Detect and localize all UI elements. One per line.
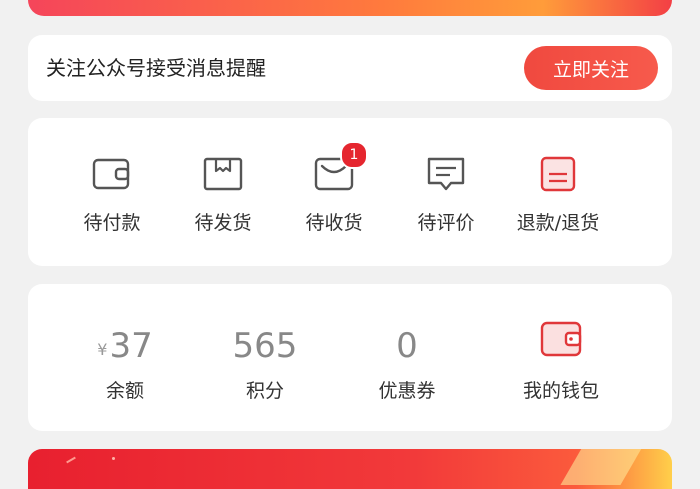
order-pending-receipt[interactable]: 1 待收货 — [278, 118, 390, 266]
asset-balance-value: ¥37 — [60, 326, 190, 370]
asset-points[interactable]: 565 积分 — [200, 284, 330, 431]
order-pending-shipment-label: 待发货 — [194, 212, 252, 234]
asset-wallet[interactable]: 我的钱包 — [496, 284, 626, 431]
follow-now-button[interactable]: 立即关注 — [524, 46, 658, 90]
assets-card: ¥37 余额 565 积分 0 优惠券 我的钱包 — [28, 284, 672, 431]
order-refund-return-label: 退款/退货 — [516, 212, 600, 234]
asset-points-value: 565 — [232, 326, 298, 366]
order-pending-payment[interactable]: 待付款 — [56, 118, 168, 266]
asset-wallet-label: 我的钱包 — [522, 380, 599, 402]
follow-prompt-text: 关注公众号接受消息提醒 — [46, 56, 266, 80]
asset-coupons-value: 0 — [396, 326, 418, 366]
banner-decoration — [112, 457, 115, 460]
order-pending-review-label: 待评价 — [417, 212, 475, 234]
order-pending-review[interactable]: 待评价 — [390, 118, 502, 266]
asset-balance-number: 37 — [109, 326, 153, 366]
order-pending-receipt-label: 待收货 — [305, 212, 363, 234]
promo-banner[interactable] — [28, 449, 672, 489]
orders-card: 待付款 待发货 1 待收货 待评价 退款/退货 — [28, 118, 672, 266]
wallet-outline-icon — [92, 158, 130, 190]
follow-account-card: 关注公众号接受消息提醒 立即关注 — [28, 35, 672, 101]
order-pending-shipment[interactable]: 待发货 — [167, 118, 279, 266]
currency-symbol: ¥ — [97, 340, 108, 359]
wallet-icon — [540, 321, 582, 357]
order-refund-return[interactable]: 退款/退货 — [502, 118, 614, 266]
banner-decoration — [66, 456, 76, 464]
package-box-icon — [203, 157, 243, 191]
order-pending-receipt-badge: 1 — [340, 141, 368, 169]
asset-balance[interactable]: ¥37 余额 — [60, 284, 190, 431]
banner-decoration — [560, 449, 644, 485]
top-banner — [28, 0, 672, 16]
order-pending-payment-label: 待付款 — [83, 212, 141, 234]
refund-document-icon — [540, 156, 576, 192]
asset-coupons[interactable]: 0 优惠券 — [342, 284, 472, 431]
asset-coupons-label: 优惠券 — [378, 380, 436, 402]
asset-balance-label: 余额 — [105, 380, 144, 402]
asset-points-label: 积分 — [245, 380, 284, 402]
comment-bubble-icon — [427, 157, 465, 191]
